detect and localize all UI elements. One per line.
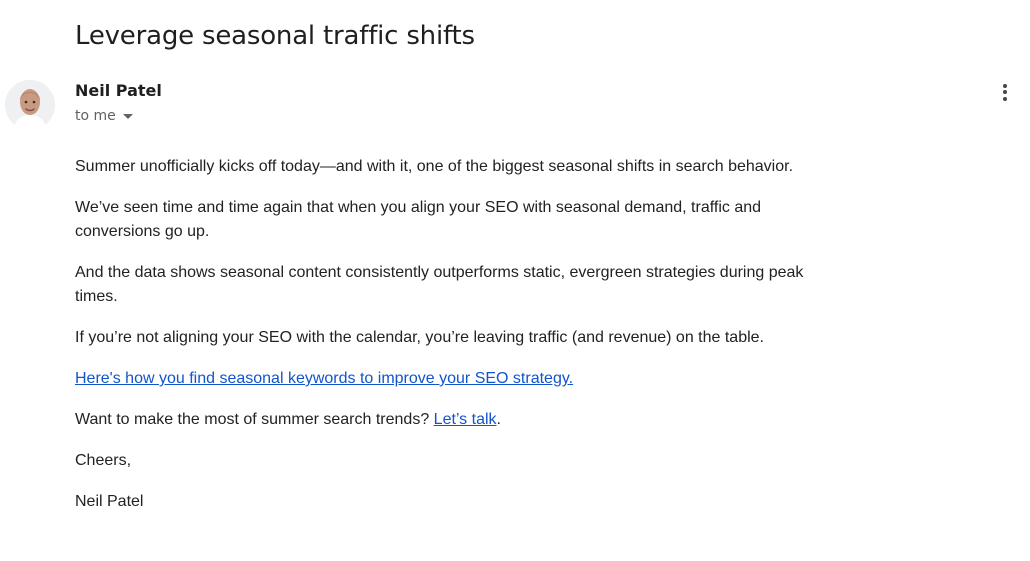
link-paragraph: Here's how you find seasonal keywords to… bbox=[75, 367, 823, 391]
email-view: Leverage seasonal traffic shifts Neil Pa… bbox=[0, 0, 1030, 561]
more-vertical-icon bbox=[1003, 96, 1007, 101]
person-avatar-icon bbox=[5, 80, 55, 130]
sender-avatar[interactable] bbox=[5, 80, 55, 130]
lets-talk-link[interactable]: Let’s talk bbox=[434, 411, 497, 428]
body-paragraph: And the data shows seasonal content cons… bbox=[75, 264, 804, 305]
seasonal-keywords-link[interactable]: Here's how you find seasonal keywords to… bbox=[75, 370, 573, 387]
recipient-dropdown[interactable]: to me bbox=[75, 105, 133, 127]
signature-text: Neil Patel bbox=[75, 493, 144, 510]
body-paragraph: If you’re not aligning your SEO with the… bbox=[75, 329, 764, 346]
body-paragraph: Summer unofficially kicks off today—and … bbox=[75, 158, 794, 175]
chevron-down-icon bbox=[122, 114, 133, 119]
sender-name: Neil Patel bbox=[75, 81, 162, 100]
question-text: Want to make the most of summer search t… bbox=[75, 411, 430, 428]
email-body: Summer unofficially kicks off today—and … bbox=[75, 155, 823, 531]
body-paragraph: We’ve seen time and time again that when… bbox=[75, 199, 762, 240]
closing-text: Cheers, bbox=[75, 452, 132, 469]
email-subject: Leverage seasonal traffic shifts bbox=[75, 21, 475, 51]
recipient-label: to me bbox=[75, 108, 116, 124]
more-vertical-icon bbox=[1003, 83, 1007, 88]
question-paragraph: Want to make the most of summer search t… bbox=[75, 408, 823, 432]
question-punctuation: . bbox=[496, 411, 501, 428]
more-options-button[interactable] bbox=[993, 78, 1017, 106]
more-vertical-icon bbox=[1003, 90, 1007, 94]
